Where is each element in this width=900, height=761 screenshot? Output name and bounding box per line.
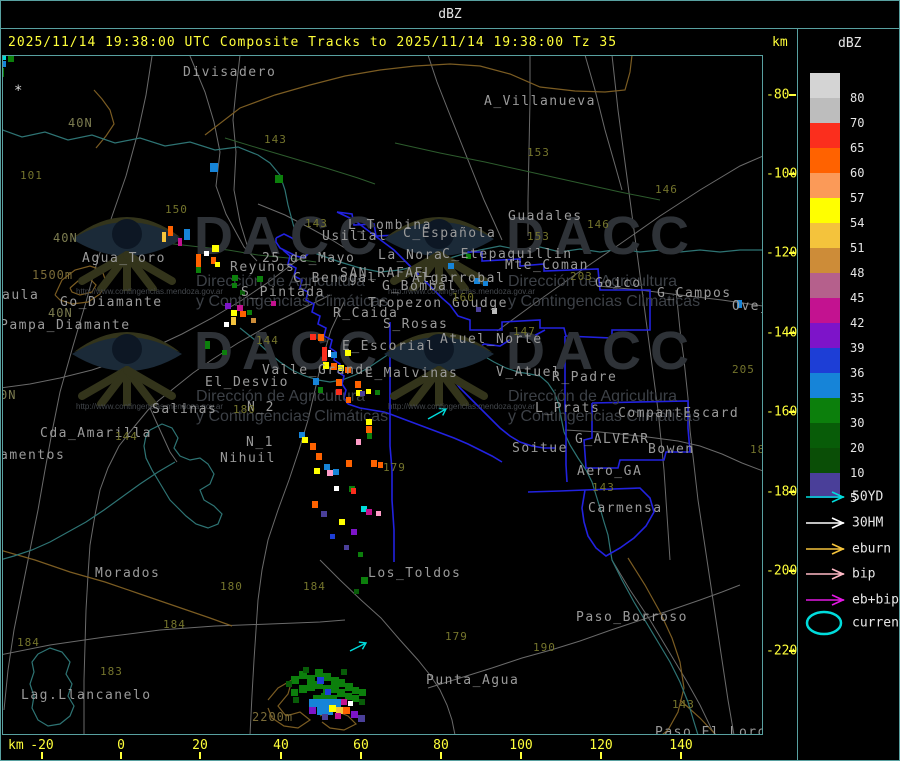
legend-label-current: current (852, 615, 900, 631)
bip-arrow-glyph (806, 568, 845, 580)
legend-label-eburn: eburn (852, 541, 892, 557)
legend-label-50YD: 50YD (852, 489, 884, 505)
dbz-sidebar: dBZ 80 70 65 60 57 54 51 48 45 42 39 36 35 30 20 10 5 50… (798, 29, 900, 760)
axis-ticks (41, 94, 796, 759)
map-panel: 2025/11/14 19:38:00 UTC Composite Tracks… (0, 29, 798, 760)
title-bar: dBZ (0, 0, 900, 29)
page-title: dBZ (438, 7, 462, 22)
eburn-arrow-glyph (806, 543, 845, 555)
legend-label-30HM: 30HM (852, 515, 884, 531)
50YD-arrow-glyph (806, 491, 845, 503)
eb+bip-arrow-glyph (806, 594, 845, 606)
current-ellipse-glyph (805, 610, 843, 636)
legend-label-eb+bip: eb+bip (852, 592, 899, 608)
30HM-arrow-glyph (806, 517, 845, 529)
legend-label-bip: bip (852, 566, 876, 582)
legend-glyphs (805, 491, 845, 636)
